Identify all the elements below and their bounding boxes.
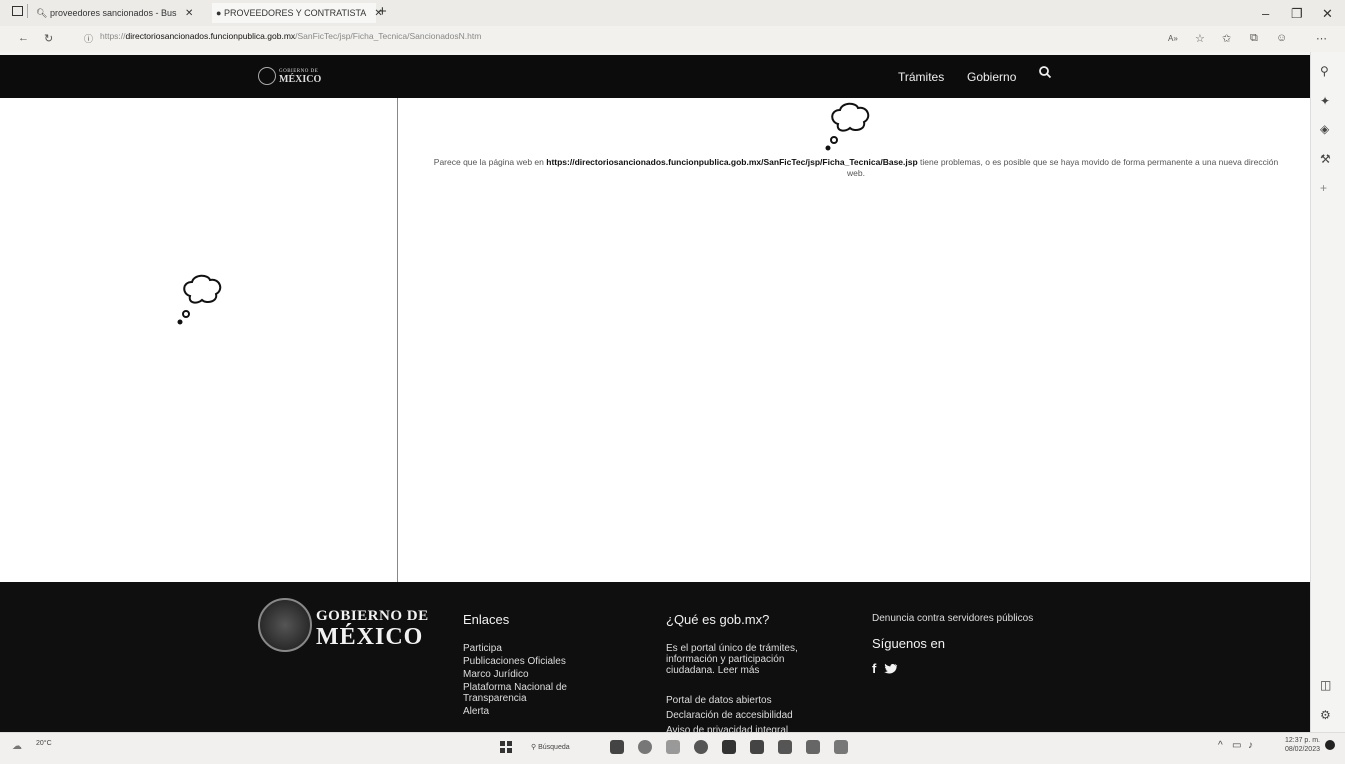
tab-actions-icon[interactable]	[12, 6, 23, 16]
task-view-icon[interactable]	[610, 740, 624, 754]
footer-logo-line1: GOBIERNO DE	[316, 608, 429, 624]
url-path: /SanFicTec/jsp/Ficha_Tecnica/Sancionados…	[295, 31, 482, 41]
tray-chevron-icon[interactable]: ^	[1218, 740, 1223, 751]
left-frame	[0, 98, 398, 582]
copilot-icon[interactable]: ✦	[1320, 94, 1330, 108]
error-url: https://directoriosancionados.funcionpub…	[546, 157, 918, 167]
shopping-icon[interactable]: ◈	[1320, 122, 1329, 136]
file-explorer-icon[interactable]	[666, 740, 680, 754]
notification-icon[interactable]	[1325, 740, 1335, 750]
close-icon[interactable]: ✕	[185, 8, 193, 19]
footer-link[interactable]: Publicaciones Oficiales	[463, 656, 623, 667]
error-message: Parece que la página web en https://dire…	[425, 157, 1287, 179]
search-icon: 🔍︎	[36, 8, 48, 18]
back-icon[interactable]: ←	[18, 32, 29, 44]
powerpoint-icon[interactable]	[834, 740, 848, 754]
refresh-icon[interactable]: ↻	[44, 32, 53, 45]
minimize-icon[interactable]: –	[1262, 6, 1269, 21]
footer-enlaces-list: Participa Publicaciones Oficiales Marco …	[463, 643, 623, 717]
footer-description: Es el portal único de trámites, informac…	[666, 643, 798, 676]
weather-icon[interactable]: ☁	[12, 741, 22, 752]
new-tab-icon[interactable]: +	[378, 3, 387, 20]
favorite-add-icon[interactable]: ☆	[1195, 32, 1205, 45]
seal-icon	[258, 598, 312, 652]
site-logo[interactable]: GOBIERNO DE MÉXICO	[258, 67, 322, 86]
tab-label: proveedores sancionados - Bus	[49, 8, 177, 18]
footer-que-es-list: Portal de datos abiertos Declaración de …	[666, 695, 836, 736]
tab-label: PROVEEDORES Y CONTRATISTA	[223, 8, 366, 18]
clock-time: 12:37 p. m.	[1284, 737, 1320, 744]
sidebar-toggle-icon[interactable]: ◫	[1320, 678, 1331, 692]
maximize-icon[interactable]: ❐	[1291, 6, 1303, 22]
footer-link[interactable]: Plataforma Nacional de Transparencia	[463, 682, 623, 704]
search-icon: ⚲	[531, 744, 537, 751]
word-icon[interactable]	[778, 740, 792, 754]
close-window-icon[interactable]: ✕	[1322, 6, 1333, 22]
tab-proveedores-search[interactable]: 🔍︎ proveedores sancionados - Bus ✕	[36, 3, 206, 23]
gear-icon[interactable]: ⚙	[1320, 708, 1331, 722]
site-header	[0, 55, 1310, 98]
search-label: Búsqueda	[538, 744, 570, 751]
footer-que-es-heading: ¿Qué es gob.mx?	[666, 612, 770, 627]
site-footer	[0, 582, 1310, 732]
outlook-icon[interactable]	[806, 740, 820, 754]
footer-enlaces-heading: Enlaces	[463, 612, 510, 627]
nav-gobierno[interactable]: Gobierno	[967, 70, 1016, 84]
taskbar-search[interactable]: ⚲ Búsqueda	[531, 743, 570, 751]
store-icon[interactable]	[722, 740, 736, 754]
favorites-icon[interactable]: ✩	[1222, 32, 1231, 45]
url-prefix: https://	[100, 31, 126, 41]
footer-logo-line2: MÉXICO	[316, 624, 424, 650]
clock-date: 08/02/2023	[1284, 746, 1320, 753]
collections-icon[interactable]: ⧉	[1250, 32, 1258, 45]
footer-link[interactable]: Declaración de accesibilidad	[666, 710, 836, 721]
edge-icon[interactable]	[694, 740, 708, 754]
tab-proveedores-contratistas[interactable]: ● PROVEEDORES Y CONTRATISTA ✕	[212, 3, 383, 23]
footer-link[interactable]: Alerta	[463, 706, 623, 717]
profile-icon[interactable]: ☺	[1276, 32, 1287, 44]
info-icon[interactable]: ⓘ	[84, 32, 93, 45]
chat-icon[interactable]	[638, 740, 652, 754]
tools-icon[interactable]: ⚒	[1320, 152, 1331, 166]
search-icon[interactable]	[1038, 65, 1052, 84]
clock[interactable]: 12:37 p. m. 08/02/2023	[1270, 736, 1320, 754]
footer-denuncia-link[interactable]: Denuncia contra servidores públicos	[872, 613, 1033, 624]
network-icon[interactable]: ▭	[1232, 740, 1241, 751]
search-icon[interactable]: ⚲	[1320, 64, 1329, 78]
footer-siguenos: Síguenos en	[872, 636, 946, 651]
seal-icon	[258, 67, 276, 86]
circle-icon: ●	[216, 8, 222, 18]
error-prefix: Parece que la página web en	[433, 157, 547, 167]
start-icon[interactable]	[500, 741, 512, 753]
broken-frame-icon	[172, 270, 232, 335]
url-domain: directoriosancionados.funcionpublica.gob…	[125, 31, 296, 41]
logo-line2: MÉXICO	[279, 74, 322, 86]
footer-link[interactable]: Portal de datos abiertos	[666, 695, 836, 706]
url-field[interactable]: https://directoriosancionados.funcionpub…	[100, 31, 481, 41]
more-icon[interactable]: ⋯	[1316, 32, 1327, 45]
broken-frame-icon	[820, 98, 880, 163]
read-aloud-icon[interactable]: A»	[1168, 34, 1178, 43]
footer-link[interactable]: Marco Jurídico	[463, 669, 623, 680]
nav-tramites[interactable]: Trámites	[898, 70, 944, 84]
add-icon[interactable]: +	[1320, 181, 1327, 195]
divider	[27, 4, 28, 18]
weather-temp[interactable]: 20°C	[36, 740, 52, 747]
volume-icon[interactable]: ♪	[1248, 740, 1253, 751]
facebook-icon[interactable]: f	[872, 661, 876, 676]
excel-icon[interactable]	[750, 740, 764, 754]
footer-link[interactable]: Participa	[463, 643, 623, 654]
twitter-icon[interactable]	[884, 662, 898, 680]
